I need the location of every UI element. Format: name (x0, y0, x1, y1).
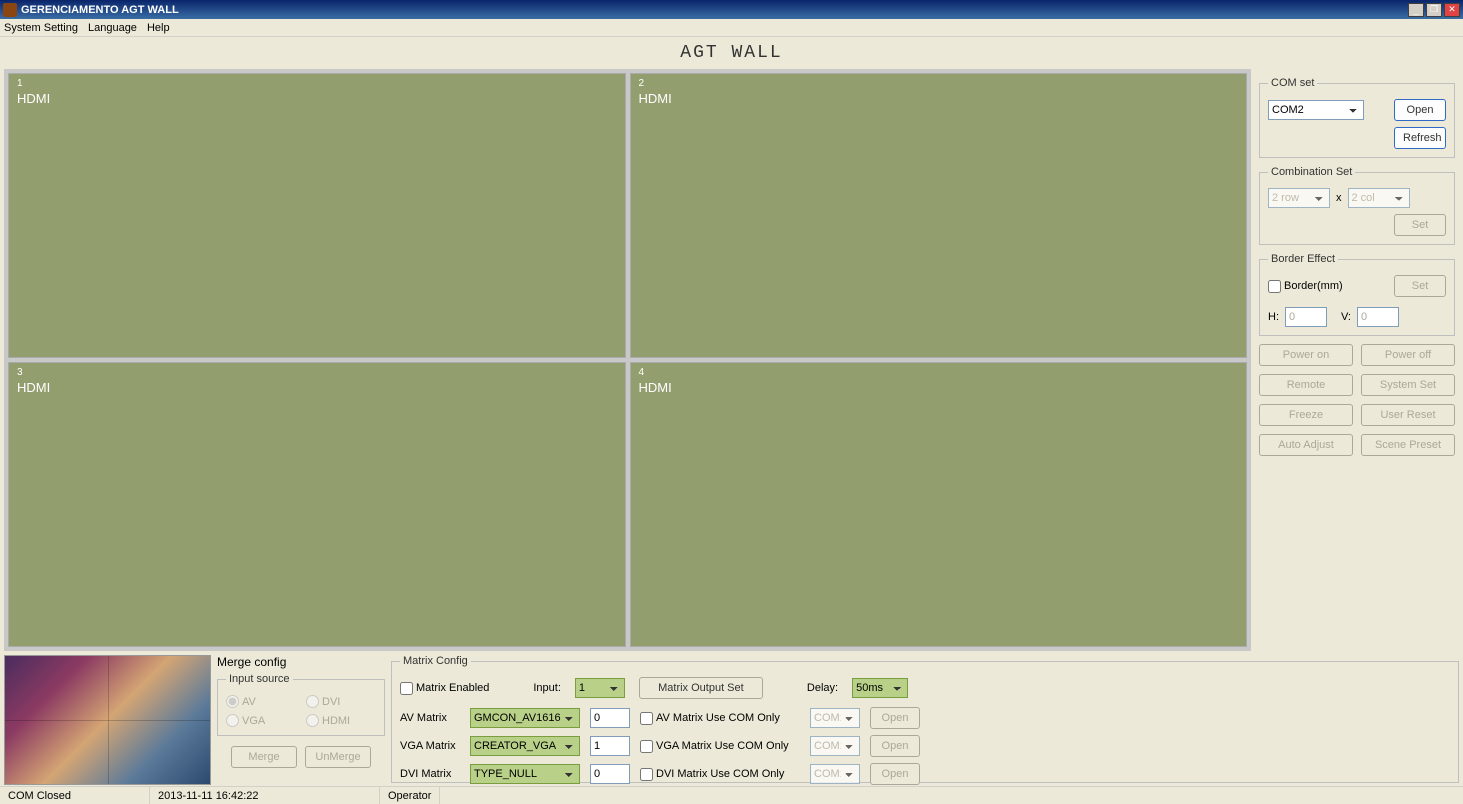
com-refresh-button[interactable]: Refresh (1394, 127, 1446, 149)
menu-system-setting[interactable]: System Setting (4, 22, 78, 34)
border-h-input[interactable] (1285, 307, 1327, 327)
system-set-button[interactable]: System Set (1361, 374, 1455, 396)
input-av-radio[interactable]: AV (226, 695, 296, 708)
dvi-matrix-type-select[interactable]: TYPE_NULL (470, 764, 580, 784)
combination-set-group: Combination Set 2 row x 2 col Set (1259, 166, 1455, 245)
combination-rows-select[interactable]: 2 row (1268, 188, 1330, 208)
input-vga-radio[interactable]: VGA (226, 714, 296, 727)
title-bar: GERENCIAMENTO AGT WALL _ ❐ ✕ (0, 0, 1463, 19)
remote-button[interactable]: Remote (1259, 374, 1353, 396)
dvi-matrix-num-input[interactable] (590, 764, 630, 784)
menu-help[interactable]: Help (147, 22, 170, 34)
matrix-enabled-checkbox[interactable]: Matrix Enabled (400, 682, 489, 695)
matrix-config: Matrix Config Matrix Enabled Input: 1 Ma… (391, 655, 1459, 783)
status-bar: COM Closed 2013-11-11 16:42:22 Operator (0, 786, 1463, 804)
matrix-input-select[interactable]: 1 (575, 678, 625, 698)
vga-matrix-num-input[interactable] (590, 736, 630, 756)
border-mm-checkbox[interactable]: Border(mm) (1268, 280, 1343, 293)
combination-set-button[interactable]: Set (1394, 214, 1446, 236)
maximize-button[interactable]: ❐ (1426, 3, 1442, 17)
merge-config: Merge config Input source AV DVI VGA HDM… (217, 655, 385, 768)
vga-com-select[interactable]: COM1 (810, 736, 860, 756)
minimize-button[interactable]: _ (1408, 3, 1424, 17)
av-open-button[interactable]: Open (870, 707, 920, 729)
video-wall-area: 1 HDMI 2 HDMI 3 HDMI 4 HDMI (4, 69, 1251, 651)
av-com-only-checkbox[interactable]: AV Matrix Use COM Only (640, 712, 800, 725)
border-v-input[interactable] (1357, 307, 1399, 327)
av-matrix-type-select[interactable]: GMCON_AV1616 (470, 708, 580, 728)
freeze-button[interactable]: Freeze (1259, 404, 1353, 426)
menu-language[interactable]: Language (88, 22, 137, 34)
av-matrix-num-input[interactable] (590, 708, 630, 728)
unmerge-button[interactable]: UnMerge (305, 746, 371, 768)
input-hdmi-radio[interactable]: HDMI (306, 714, 376, 727)
input-dvi-radio[interactable]: DVI (306, 695, 376, 708)
status-operator: Operator (380, 787, 440, 804)
com-set-group: COM set COM2 Open Refresh (1259, 77, 1455, 158)
wall-cell-4[interactable]: 4 HDMI (630, 362, 1248, 647)
matrix-output-set-button[interactable]: Matrix Output Set (639, 677, 763, 699)
close-button[interactable]: ✕ (1444, 3, 1460, 17)
wall-cell-1[interactable]: 1 HDMI (8, 73, 626, 358)
user-reset-button[interactable]: User Reset (1361, 404, 1455, 426)
merge-button[interactable]: Merge (231, 746, 297, 768)
window-title: GERENCIAMENTO AGT WALL (21, 4, 1408, 16)
wall-cell-3[interactable]: 3 HDMI (8, 362, 626, 647)
menu-bar: System Setting Language Help (0, 19, 1463, 37)
status-time: 2013-11-11 16:42:22 (150, 787, 380, 804)
right-panel: COM set COM2 Open Refresh Combination Se… (1251, 69, 1463, 651)
av-com-select[interactable]: COM1 (810, 708, 860, 728)
com-port-select[interactable]: COM2 (1268, 100, 1364, 120)
dvi-open-button[interactable]: Open (870, 763, 920, 785)
page-title: AGT WALL (0, 37, 1463, 69)
vga-open-button[interactable]: Open (870, 735, 920, 757)
auto-adjust-button[interactable]: Auto Adjust (1259, 434, 1353, 456)
preview-thumbnail (4, 655, 211, 785)
vga-matrix-type-select[interactable]: CREATOR_VGA (470, 736, 580, 756)
scene-preset-button[interactable]: Scene Preset (1361, 434, 1455, 456)
vga-com-only-checkbox[interactable]: VGA Matrix Use COM Only (640, 740, 800, 753)
border-set-button[interactable]: Set (1394, 275, 1446, 297)
action-buttons: Power on Power off Remote System Set Fre… (1259, 344, 1455, 456)
app-icon (3, 3, 17, 17)
com-open-button[interactable]: Open (1394, 99, 1446, 121)
power-on-button[interactable]: Power on (1259, 344, 1353, 366)
dvi-com-select[interactable]: COM1 (810, 764, 860, 784)
status-com: COM Closed (0, 787, 150, 804)
matrix-delay-select[interactable]: 50ms (852, 678, 908, 698)
power-off-button[interactable]: Power off (1361, 344, 1455, 366)
dvi-com-only-checkbox[interactable]: DVI Matrix Use COM Only (640, 768, 800, 781)
border-effect-group: Border Effect Border(mm) Set H: V: (1259, 253, 1455, 336)
combination-cols-select[interactable]: 2 col (1348, 188, 1410, 208)
wall-cell-2[interactable]: 2 HDMI (630, 73, 1248, 358)
